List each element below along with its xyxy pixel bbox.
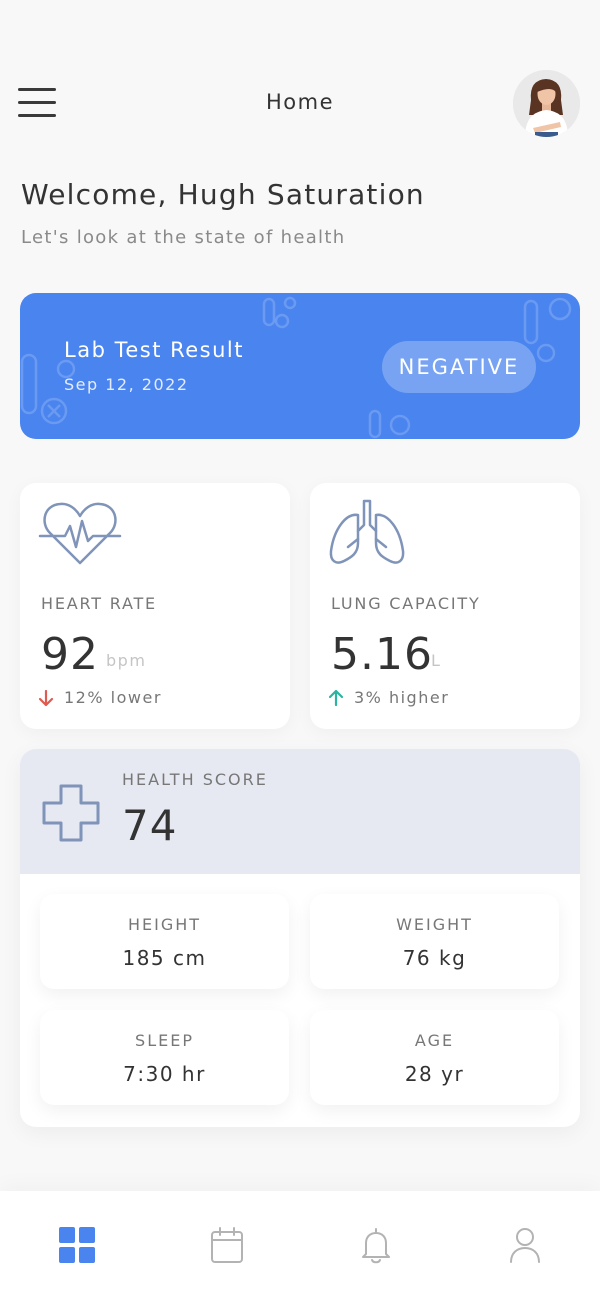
medical-cross-icon	[42, 784, 100, 842]
stat-label: SLEEP	[135, 1031, 194, 1050]
stat-age[interactable]: AGE 28 yr	[310, 1010, 559, 1105]
lab-date: Sep 12, 2022	[64, 375, 189, 394]
dashboard-icon[interactable]	[57, 1225, 97, 1265]
stat-sleep[interactable]: SLEEP 7:30 hr	[40, 1010, 289, 1105]
stat-value: 185 cm	[122, 946, 207, 970]
metric-change-text: 12% lower	[64, 688, 162, 707]
stat-label: HEIGHT	[127, 915, 202, 934]
user-icon[interactable]	[505, 1225, 545, 1265]
lung-capacity-card[interactable]: LUNG CAPACITY 5.16 L 3% higher	[310, 483, 580, 729]
lungs-icon	[329, 499, 405, 564]
health-score-header: HEALTH SCORE 74	[20, 749, 580, 874]
avatar[interactable]	[513, 70, 580, 137]
metric-change: 3% higher	[328, 688, 449, 707]
heart-pulse-icon	[38, 502, 122, 565]
stat-weight[interactable]: WEIGHT 76 kg	[310, 894, 559, 989]
welcome-subtitle: Let's look at the state of health	[21, 227, 346, 248]
health-score-value: 74	[122, 801, 178, 850]
lab-title: Lab Test Result	[64, 338, 244, 362]
lab-test-card[interactable]: Lab Test Result Sep 12, 2022 NEGATIVE	[20, 293, 580, 439]
status-badge: NEGATIVE	[382, 341, 536, 393]
stat-value: 7:30 hr	[123, 1062, 206, 1086]
page-title: Home	[265, 90, 334, 114]
health-score-panel: HEALTH SCORE 74 HEIGHT 185 cm WEIGHT 76 …	[20, 749, 580, 1127]
home-screen: Home Welcome, Hugh Saturation Let's look…	[0, 0, 600, 1299]
metric-value: 92	[41, 629, 99, 680]
metric-value: 5.16	[331, 629, 433, 680]
stat-label: AGE	[414, 1031, 455, 1050]
health-score-label: HEALTH SCORE	[122, 770, 268, 789]
bell-icon[interactable]	[356, 1225, 396, 1265]
arrow-down-icon	[38, 689, 54, 706]
metric-unit: L	[431, 651, 442, 670]
metric-change: 12% lower	[38, 688, 162, 707]
calendar-icon[interactable]	[207, 1225, 247, 1265]
stat-value: 28 yr	[404, 1062, 465, 1086]
stat-height[interactable]: HEIGHT 185 cm	[40, 894, 289, 989]
arrow-up-icon	[328, 689, 344, 706]
metric-unit: bpm	[106, 651, 147, 670]
metric-label: LUNG CAPACITY	[331, 594, 481, 613]
metric-label: HEART RATE	[41, 594, 157, 613]
bottom-nav	[0, 1191, 600, 1299]
metric-change-text: 3% higher	[354, 688, 450, 707]
welcome-title: Welcome, Hugh Saturation	[21, 178, 425, 211]
heart-rate-card[interactable]: HEART RATE 92 bpm 12% lower	[20, 483, 290, 729]
stat-value: 76 kg	[402, 946, 467, 970]
stat-label: WEIGHT	[396, 915, 473, 934]
